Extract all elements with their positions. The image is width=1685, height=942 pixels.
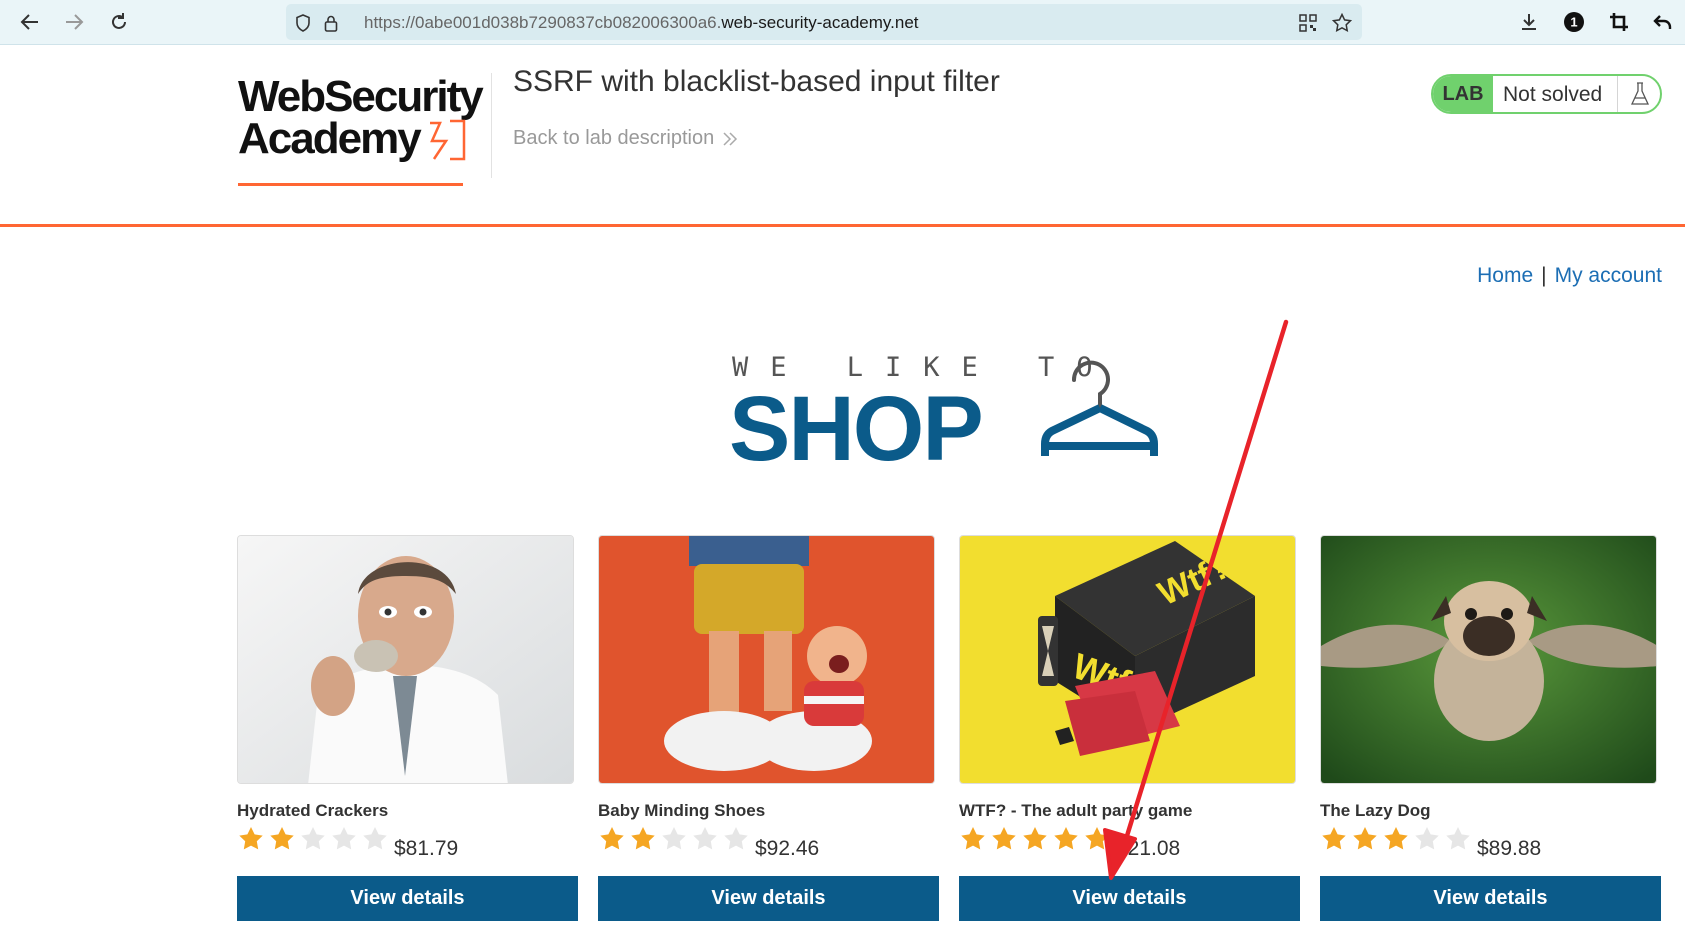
star-empty-icon — [332, 827, 356, 850]
address-bar[interactable]: https://0abe001d038b7290837cb082006300a6… — [286, 4, 1362, 40]
shield-icon[interactable] — [292, 12, 314, 34]
star-filled-icon — [631, 827, 655, 850]
star-icon[interactable] — [1331, 12, 1353, 34]
star-empty-icon — [693, 827, 717, 850]
download-icon[interactable] — [1515, 9, 1543, 35]
product-name: Baby Minding Shoes — [598, 801, 766, 820]
product-image[interactable] — [237, 535, 574, 784]
product-price: $92.46 — [755, 837, 820, 860]
star-filled-icon — [600, 827, 624, 850]
view-details-button[interactable]: View details — [1320, 876, 1661, 921]
nav-separator: | — [1541, 264, 1547, 287]
star-filled-icon — [1322, 827, 1346, 850]
view-details-button[interactable]: View details — [237, 876, 578, 921]
product-rating — [1320, 825, 1472, 852]
product-rating — [237, 825, 389, 852]
url-text: https://0abe001d038b7290837cb082006300a6… — [364, 13, 919, 32]
browser-toolbar: https://0abe001d038b7290837cb082006300a6… — [0, 0, 1685, 45]
account-nav: Home | My account — [1477, 264, 1662, 288]
star-filled-icon — [1054, 827, 1078, 850]
star-filled-icon — [270, 827, 294, 850]
lab-status-widget: LAB Not solved — [1431, 74, 1662, 114]
product-name: WTF? - The adult party game — [959, 801, 1193, 820]
extension-badge: 1 — [1570, 15, 1577, 30]
star-filled-icon — [1085, 827, 1109, 850]
product-name: The Lazy Dog — [1320, 801, 1431, 820]
star-filled-icon — [1023, 827, 1047, 850]
star-empty-icon — [363, 827, 387, 850]
forward-icon[interactable] — [60, 9, 88, 35]
status-lab-label: LAB — [1433, 76, 1493, 112]
product-rating — [598, 825, 750, 852]
home-link[interactable]: Home — [1477, 264, 1533, 287]
product-image[interactable] — [1320, 535, 1657, 784]
view-details-button[interactable]: View details — [598, 876, 939, 921]
product-price: $81.79 — [394, 837, 459, 860]
logo-bolt-icon — [430, 119, 466, 161]
lab-title: SSRF with blacklist-based input filter — [513, 65, 1000, 98]
product-name: Hydrated Crackers — [237, 801, 389, 820]
star-filled-icon — [1353, 827, 1377, 850]
star-empty-icon — [662, 827, 686, 850]
product-image[interactable]: Wtf? Wtf? — [959, 535, 1296, 784]
status-text: Not solved — [1503, 83, 1603, 106]
star-empty-icon — [724, 827, 748, 850]
star-filled-icon — [961, 827, 985, 850]
view-details-button[interactable]: View details — [959, 876, 1300, 921]
flask-icon — [1617, 76, 1660, 112]
lab-header: WebSecurity Academy SSRF with blacklist-… — [0, 45, 1685, 227]
double-chevron-right-icon — [723, 131, 738, 146]
lock-icon[interactable] — [320, 12, 342, 34]
hanger-icon — [1041, 360, 1158, 456]
star-empty-icon — [301, 827, 325, 850]
star-empty-icon — [1415, 827, 1439, 850]
extension-icon[interactable]: 1 — [1560, 9, 1588, 35]
product-price: $89.88 — [1477, 837, 1542, 860]
my-account-link[interactable]: My account — [1555, 264, 1662, 287]
back-icon[interactable] — [16, 9, 44, 35]
undo-icon[interactable] — [1649, 9, 1677, 35]
product-price: $21.08 — [1116, 837, 1181, 860]
star-filled-icon — [239, 827, 263, 850]
web-security-academy-logo[interactable]: WebSecurity Academy — [238, 72, 490, 207]
product-rating — [959, 825, 1111, 852]
crop-icon[interactable] — [1605, 9, 1633, 35]
back-to-description-link[interactable]: Back to lab description — [513, 127, 738, 150]
product-image[interactable] — [598, 535, 935, 784]
qr-code-icon[interactable] — [1297, 12, 1319, 34]
reload-icon[interactable] — [105, 9, 133, 35]
star-filled-icon — [1384, 827, 1408, 850]
star-filled-icon — [992, 827, 1016, 850]
star-empty-icon — [1446, 827, 1470, 850]
banner-title: SHOP — [729, 378, 984, 480]
